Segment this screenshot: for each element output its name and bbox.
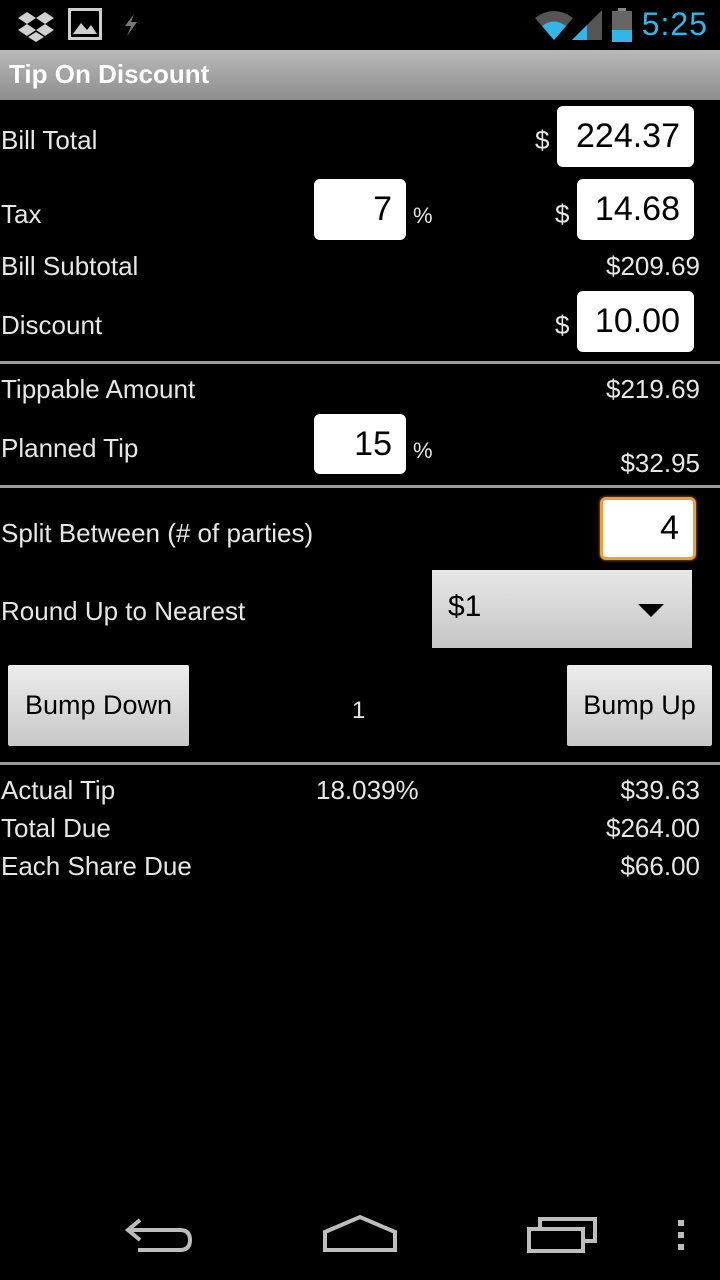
discount-label: Discount — [1, 310, 103, 340]
tippable-amount-label: Tippable Amount — [1, 374, 196, 404]
total-due-label: Total Due — [1, 813, 111, 843]
planned-tip-value: $32.95 — [620, 448, 700, 478]
tax-label: Tax — [1, 199, 42, 229]
tippable-amount-value: $219.69 — [606, 374, 700, 404]
split-label: Split Between (# of parties) — [1, 518, 314, 548]
battery-icon — [612, 8, 632, 42]
signal-icon — [572, 10, 602, 40]
divider-2 — [0, 485, 720, 488]
tax-amount-input[interactable]: 14.68 — [577, 179, 694, 240]
wifi-icon — [535, 11, 573, 40]
divider-3 — [0, 762, 720, 765]
bill-total-currency: $ — [535, 125, 550, 155]
dropdown-arrow-icon — [638, 604, 664, 617]
split-input[interactable]: 4 — [600, 497, 696, 560]
dropbox-icon — [18, 12, 54, 42]
menu-icon[interactable] — [676, 1218, 686, 1252]
divider-1 — [0, 361, 720, 364]
actual-tip-value: $39.63 — [620, 775, 700, 805]
bill-subtotal-value: $209.69 — [606, 251, 700, 281]
charging-icon — [125, 14, 137, 36]
each-share-label: Each Share Due — [1, 851, 192, 881]
bill-total-input[interactable]: 224.37 — [557, 106, 694, 167]
status-time: 5:25 — [641, 6, 708, 42]
bill-total-label: Bill Total — [1, 125, 98, 155]
bump-count: 1 — [352, 697, 366, 724]
planned-tip-label: Planned Tip — [1, 433, 139, 463]
actual-tip-percent: 18.039% — [316, 775, 419, 805]
recent-apps-icon[interactable] — [526, 1214, 598, 1254]
bill-subtotal-label: Bill Subtotal — [1, 251, 139, 281]
status-bar: 5:25 — [0, 0, 720, 50]
navigation-bar — [0, 1192, 720, 1280]
tax-percent-unit: % — [413, 203, 433, 228]
round-up-selected: $1 — [448, 590, 482, 623]
back-icon[interactable] — [124, 1216, 196, 1256]
home-icon[interactable] — [322, 1214, 398, 1254]
tax-currency: $ — [555, 199, 570, 229]
gallery-icon — [68, 8, 102, 40]
actual-tip-label: Actual Tip — [1, 775, 116, 805]
discount-currency: $ — [555, 310, 570, 340]
planned-tip-percent-unit: % — [413, 438, 433, 463]
total-due-value: $264.00 — [606, 813, 700, 843]
planned-tip-percent-input[interactable]: 15 — [314, 414, 406, 474]
bump-up-button[interactable]: Bump Up — [567, 665, 712, 746]
title-bar: Tip On Discount — [0, 50, 720, 100]
each-share-value: $66.00 — [620, 851, 700, 881]
screen: 5:25 Tip On Discount Bill Total $ 224.37… — [0, 0, 720, 1280]
round-up-select[interactable]: $1 — [432, 570, 692, 648]
tax-percent-input[interactable]: 7 — [314, 179, 406, 240]
round-up-label: Round Up to Nearest — [1, 596, 246, 626]
discount-input[interactable]: 10.00 — [577, 291, 694, 352]
bump-down-button[interactable]: Bump Down — [8, 665, 189, 746]
app-title: Tip On Discount — [9, 59, 210, 89]
